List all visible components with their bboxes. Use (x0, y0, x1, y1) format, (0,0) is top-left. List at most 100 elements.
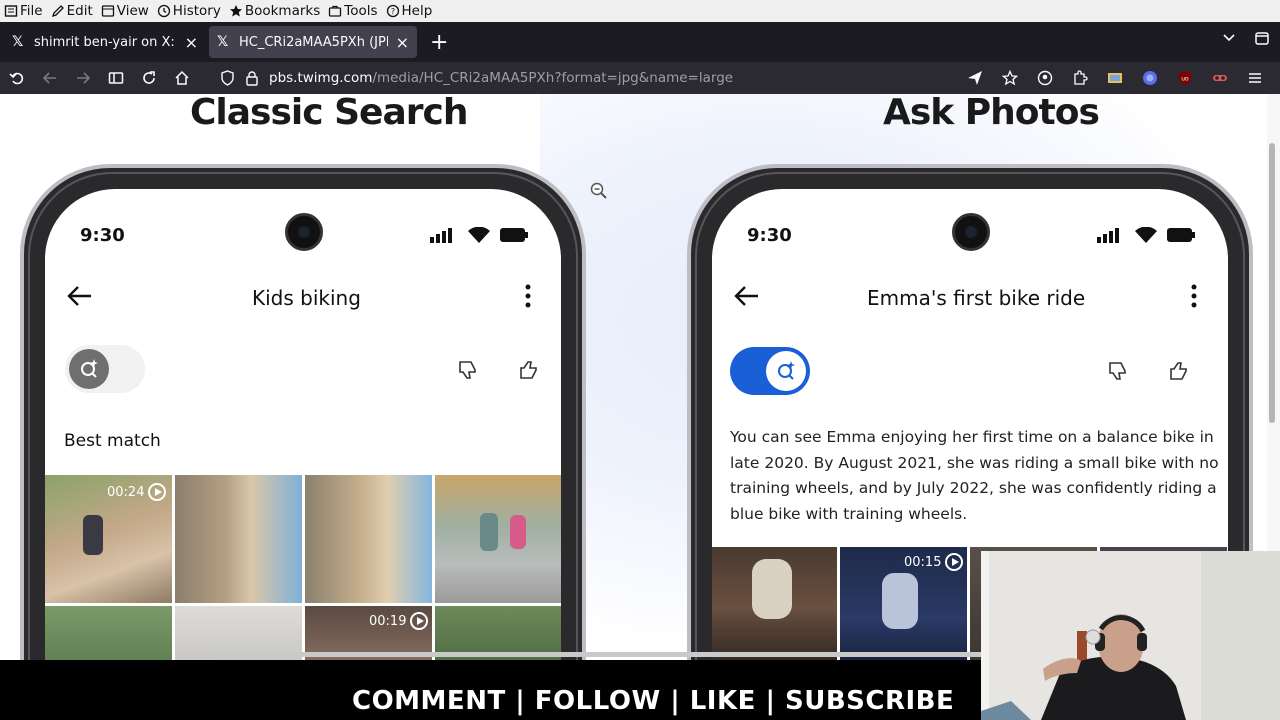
photo-subject (83, 515, 103, 555)
thumbs-up-icon[interactable] (1168, 360, 1190, 382)
front-camera (952, 213, 990, 251)
battery-icon (1167, 228, 1195, 242)
ask-photos-toggle-off[interactable] (65, 345, 145, 393)
extension-mask-button[interactable] (1202, 62, 1237, 94)
status-icons (430, 227, 528, 243)
menu-tools[interactable]: Tools (328, 3, 378, 19)
undo-icon (8, 72, 23, 85)
menu-help[interactable]: ? Help (386, 3, 432, 19)
back-arrow-icon[interactable] (732, 281, 762, 311)
photo-subject (882, 573, 918, 629)
reload-button[interactable] (132, 62, 165, 94)
screen-root: File Edit View History Bookmarks Tools ?… (0, 0, 1280, 720)
more-vert-icon[interactable] (1189, 283, 1199, 309)
arrow-left-icon (42, 72, 56, 84)
toggle-knob (766, 351, 806, 391)
shield-icon[interactable] (220, 70, 235, 86)
phone-screen: 9:30 Kids biking Best match 00:24 00:19 (45, 189, 561, 660)
zoom-out-cursor-icon (590, 182, 607, 199)
battery-icon (500, 228, 528, 242)
status-time: 9:30 (747, 225, 792, 246)
photo-thumbnail[interactable]: 00:15 (840, 547, 967, 660)
tab-overview-icon[interactable] (1254, 30, 1270, 46)
menu-edit[interactable]: Edit (51, 3, 93, 19)
globe-icon (1142, 71, 1157, 85)
photo-thumbnail[interactable] (45, 606, 172, 660)
extension-globe-button[interactable] (1132, 62, 1167, 94)
banner-text: COMMENT | FOLLOW | LIKE | SUBSCRIBE (352, 686, 955, 716)
photo-thumbnail[interactable] (435, 475, 561, 603)
photo-thumbnail[interactable] (712, 547, 837, 660)
close-tab-icon[interactable]: × (185, 33, 198, 52)
menu-bookmarks[interactable]: Bookmarks (229, 3, 320, 19)
ublock-button[interactable]: uo (1167, 62, 1202, 94)
undo-close-button[interactable] (0, 62, 33, 94)
extensions-button[interactable] (1062, 62, 1097, 94)
chevron-down-icon[interactable] (1222, 30, 1236, 44)
send-icon (967, 71, 982, 85)
sparkle-search-icon (778, 361, 795, 380)
best-match-label: Best match (64, 431, 161, 451)
app-menu-button[interactable] (1237, 62, 1272, 94)
more-vert-icon[interactable] (523, 283, 533, 309)
home-icon (174, 70, 189, 85)
screenshot-icon (1107, 73, 1122, 83)
photo-thumbnail[interactable] (175, 475, 302, 603)
menu-file[interactable]: File (4, 3, 43, 19)
mask-icon (1212, 75, 1227, 81)
tab-title: shimrit ben-yair on X: "W (34, 34, 177, 50)
menu-history[interactable]: History (157, 3, 221, 19)
puzzle-icon (1073, 70, 1088, 85)
bookmark-star-button[interactable] (992, 62, 1027, 94)
send-tab-button[interactable] (957, 62, 992, 94)
play-icon (410, 612, 429, 630)
photo-subject (752, 559, 792, 619)
webcam-overlay (981, 551, 1280, 720)
star-icon (229, 5, 242, 17)
menu-tools-label: Tools (344, 3, 378, 19)
url-host: pbs.twimg.com (269, 70, 373, 86)
thumbs-down-icon[interactable] (457, 359, 479, 381)
x-logo-icon: 𝕏 (217, 34, 229, 50)
sidebar-button[interactable] (99, 62, 132, 94)
ask-photos-toggle-on[interactable] (730, 347, 810, 395)
video-duration-badge: 00:19 (369, 612, 429, 630)
help-icon: ? (386, 4, 399, 18)
thumbs-up-icon[interactable] (518, 359, 540, 381)
thumbs-down-icon[interactable] (1107, 360, 1129, 382)
horizontal-scrollbar-thumb[interactable] (214, 652, 984, 657)
reload-icon (142, 71, 155, 84)
wifi-icon (468, 227, 490, 243)
sparkle-search-icon (81, 359, 98, 378)
photo-thumbnail[interactable]: 00:24 (45, 475, 172, 603)
hamburger-icon (1248, 73, 1261, 83)
vertical-scrollbar-thumb[interactable] (1269, 143, 1275, 423)
menu-view[interactable]: View (101, 3, 149, 19)
video-duration: 00:19 (369, 613, 407, 629)
url-path: /media/HC_CRi2aMAA5PXh?format=jpg&name=l… (372, 70, 734, 86)
back-arrow-icon[interactable] (65, 281, 95, 311)
url-text[interactable]: pbs.twimg.com/media/HC_CRi2aMAA5PXh?form… (269, 70, 733, 86)
account-button[interactable] (1027, 62, 1062, 94)
video-duration-badge: 00:15 (904, 553, 964, 571)
tab-bar: 𝕏 shimrit ben-yair on X: "W × 𝕏 HC_CRi2a… (0, 22, 1280, 62)
photo-thumbnail[interactable] (305, 475, 432, 603)
home-button[interactable] (165, 62, 198, 94)
menu-bookmarks-label: Bookmarks (244, 3, 321, 19)
phone-classic-search: 9:30 Kids biking Best match 00:24 00:19 (20, 164, 586, 660)
x-logo-icon: 𝕏 (12, 34, 24, 50)
extension-screenshot-button[interactable] (1097, 62, 1132, 94)
close-tab-icon[interactable]: × (396, 33, 409, 52)
forward-button[interactable] (66, 62, 99, 94)
play-icon (945, 553, 964, 571)
back-button[interactable] (33, 62, 66, 94)
account-icon (1037, 70, 1052, 86)
tab-shimrit[interactable]: 𝕏 shimrit ben-yair on X: "W × (4, 26, 206, 58)
tab-image[interactable]: 𝕏 HC_CRi2aMAA5PXh (JPE × (209, 26, 417, 58)
lock-icon[interactable] (245, 70, 259, 86)
pencil-icon (51, 5, 64, 18)
new-tab-icon[interactable]: + (430, 30, 448, 55)
classic-search-heading: Classic Search (190, 94, 468, 133)
video-duration-badge: 00:24 (107, 483, 167, 501)
photo-subject (510, 515, 526, 549)
